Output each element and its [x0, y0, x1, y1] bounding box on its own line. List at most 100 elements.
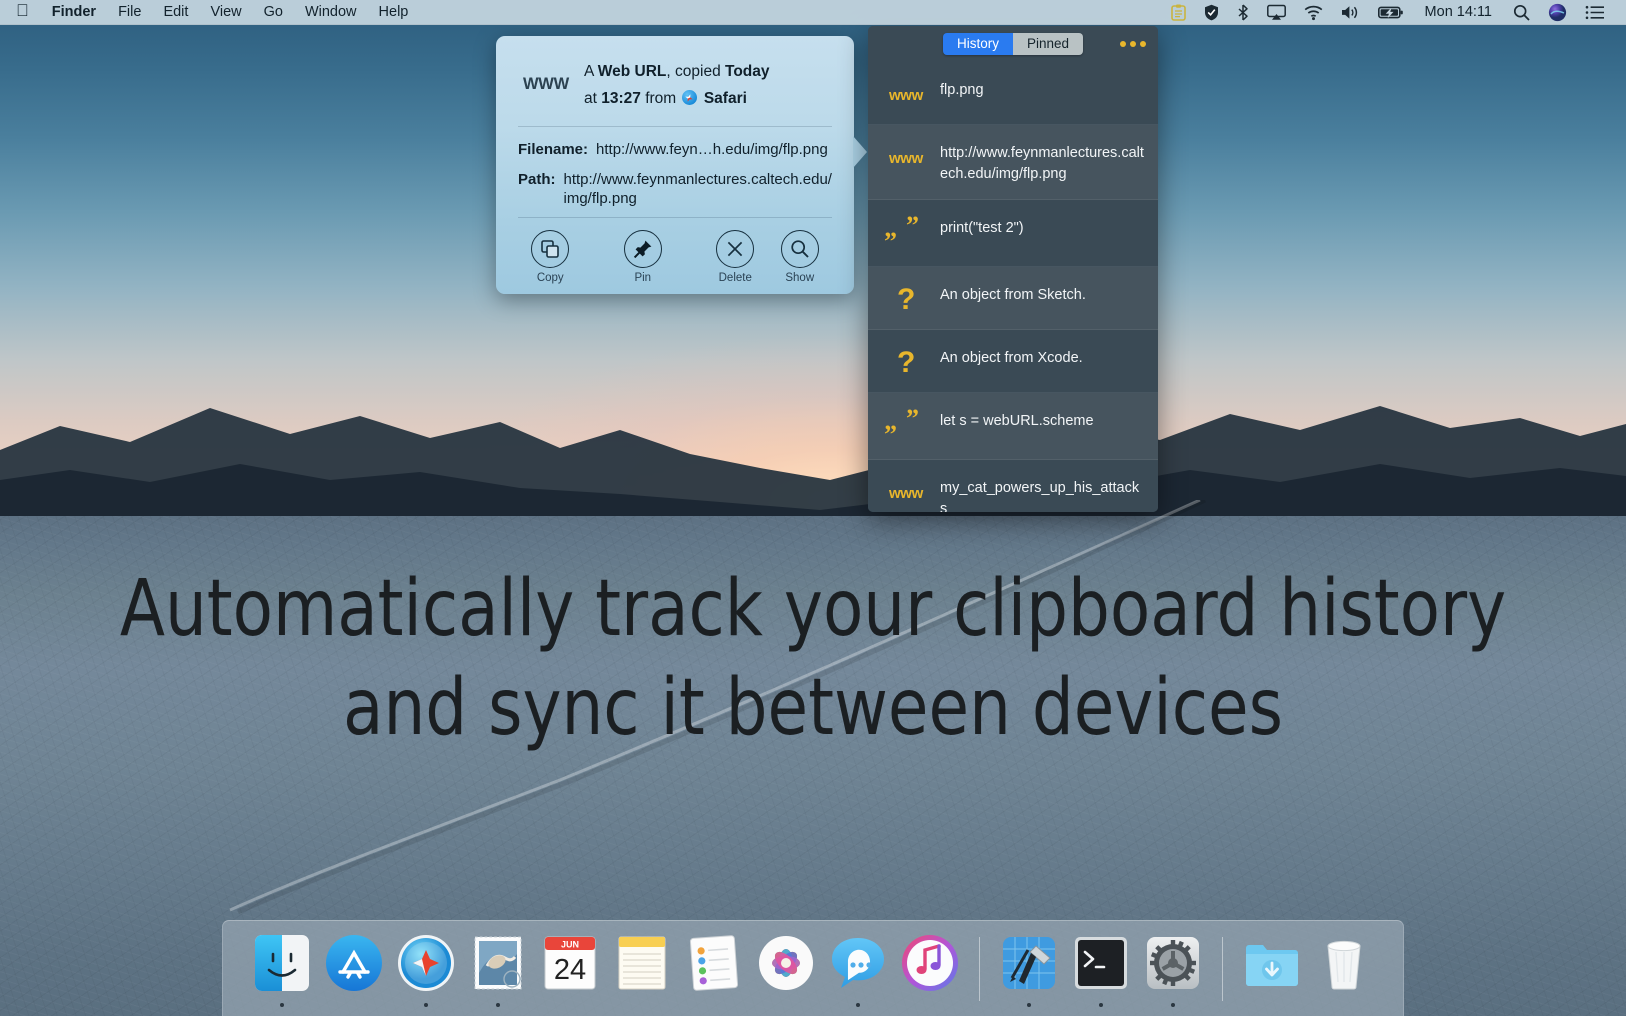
- list-item[interactable]: ? An object from Xcode.: [868, 330, 1158, 393]
- popup-line1-mid: , copied: [666, 63, 721, 80]
- wifi-icon[interactable]: [1295, 0, 1332, 25]
- battery-charging-icon[interactable]: [1369, 0, 1413, 25]
- running-indicator: [280, 1002, 284, 1007]
- delete-label: Delete: [718, 272, 752, 284]
- popup-header-lines: A Web URL, copied Today at 13:27 from Sa…: [584, 58, 832, 112]
- magnifier-icon: [780, 230, 819, 268]
- terminal-icon: [1075, 936, 1127, 989]
- list-item-label: print("test 2"): [940, 220, 1024, 236]
- tab-history[interactable]: History: [942, 33, 1013, 55]
- dock-item-terminal[interactable]: [1070, 926, 1132, 1012]
- downloads-folder-icon: [1246, 944, 1298, 986]
- reminders-icon: [689, 934, 739, 991]
- list-item[interactable]: ”” print("test 2"): [868, 200, 1158, 267]
- popup-line2-mid: from: [645, 90, 677, 107]
- menu-item-window[interactable]: Window: [294, 0, 368, 25]
- dock-item-mail[interactable]: [467, 926, 529, 1012]
- dock-item-downloads-folder[interactable]: [1241, 926, 1303, 1012]
- delete-button[interactable]: Delete: [703, 230, 768, 284]
- question-mark-icon: ?: [896, 346, 916, 379]
- dock-item-finder[interactable]: [251, 926, 313, 1012]
- volume-icon[interactable]: [1332, 0, 1369, 25]
- app-store-icon: [326, 934, 382, 991]
- apple-logo-icon[interactable]: : [12, 0, 41, 25]
- airplay-icon[interactable]: [1258, 0, 1295, 25]
- list-item[interactable]: www flp.png: [868, 62, 1158, 125]
- www-icon: www: [888, 150, 924, 167]
- wallpaper-mountains: [0, 406, 1626, 545]
- copy-label: Copy: [536, 272, 564, 284]
- running-indicator: [1027, 1002, 1031, 1007]
- calendar-day: 24: [554, 954, 586, 986]
- question-mark-icon: ?: [896, 283, 916, 316]
- dock-item-xcode[interactable]: [998, 926, 1060, 1012]
- dock: JUN 24: [222, 920, 1404, 1016]
- finder-icon: [255, 934, 309, 991]
- copy-button[interactable]: Copy: [518, 230, 583, 284]
- list-item[interactable]: www http://www.feynmanlectures.caltech.e…: [868, 125, 1158, 200]
- running-indicator: [424, 1002, 428, 1007]
- popup-line2-app: Safari: [703, 90, 747, 107]
- mail-icon: [474, 936, 522, 989]
- menu-item-view[interactable]: View: [199, 0, 252, 25]
- safari-icon: [398, 934, 454, 991]
- dock-item-trash[interactable]: [1313, 926, 1375, 1012]
- dock-item-safari[interactable]: [395, 926, 457, 1012]
- siri-icon[interactable]: [1539, 0, 1576, 25]
- clipboard-icon[interactable]: [1162, 0, 1195, 25]
- menu-item-edit[interactable]: Edit: [152, 0, 199, 25]
- dock-item-app-store[interactable]: [323, 926, 385, 1012]
- list-item-label: flp.png: [940, 82, 984, 98]
- clipboard-detail-popup: WWW A Web URL, copied Today at 13:27 fro…: [496, 36, 867, 294]
- messages-icon: [832, 937, 884, 988]
- search-icon[interactable]: [1504, 0, 1539, 25]
- menu-item-finder[interactable]: Finder: [41, 0, 107, 25]
- headline-line-1: Automatically track your clipboard histo…: [119, 564, 1507, 654]
- www-icon: WWW: [522, 75, 570, 93]
- dock-item-photos[interactable]: [755, 926, 817, 1012]
- popup-field-path: Path: http://www.feynmanlectures.caltech…: [518, 170, 832, 208]
- filename-value: http://www.feyn…h.edu/img/flp.png: [596, 141, 828, 158]
- calendar-month: JUN: [561, 939, 579, 949]
- pin-button[interactable]: Pin: [611, 230, 676, 284]
- menu-bar-left:  Finder File Edit View Go Window Help: [0, 0, 419, 25]
- list-item-label: let s = webURL.scheme: [940, 413, 1094, 429]
- popup-line2-prefix: at: [584, 90, 597, 107]
- menu-item-file[interactable]: File: [107, 0, 152, 25]
- copy-icon: [531, 230, 570, 268]
- bluetooth-icon[interactable]: [1228, 0, 1258, 25]
- running-indicator: [496, 1002, 500, 1007]
- clipboard-history-window: History Pinned www flp.png www http://ww…: [868, 26, 1158, 512]
- calendar-icon: JUN 24: [544, 936, 596, 989]
- menu-item-go[interactable]: Go: [253, 0, 294, 25]
- list-item[interactable]: www my_cat_powers_up_his_attacks: [868, 460, 1158, 512]
- menu-item-help[interactable]: Help: [368, 0, 420, 25]
- shield-icon[interactable]: [1195, 0, 1228, 25]
- dock-item-calendar[interactable]: JUN 24: [539, 926, 601, 1012]
- popup-fields: Filename: http://www.feyn…h.edu/img/flp.…: [518, 127, 832, 208]
- show-label: Show: [785, 272, 815, 284]
- show-button[interactable]: Show: [768, 230, 833, 284]
- history-list[interactable]: www flp.png www http://www.feynmanlectur…: [868, 62, 1158, 512]
- history-window-toolbar: History Pinned: [868, 26, 1158, 62]
- menu-bar-clock[interactable]: Mon 14:11: [1413, 4, 1504, 20]
- dock-separator: [979, 936, 980, 1001]
- popup-header-line-1: A Web URL, copied Today: [584, 58, 832, 85]
- dock-separator: [1222, 936, 1223, 1001]
- dock-item-messages[interactable]: [827, 926, 889, 1012]
- tab-pinned[interactable]: Pinned: [1012, 33, 1084, 55]
- dock-item-notes[interactable]: [611, 926, 673, 1012]
- popup-action-bar: Copy Pin Delete Show: [518, 217, 832, 284]
- dock-item-reminders[interactable]: [683, 926, 745, 1012]
- running-indicator: [1099, 1002, 1103, 1007]
- list-item[interactable]: ? An object from Sketch.: [868, 267, 1158, 330]
- marketing-headline: Automatically track your clipboard histo…: [49, 560, 1577, 758]
- control-center-icon[interactable]: [1576, 0, 1614, 25]
- www-icon: www: [888, 87, 924, 104]
- dock-item-system-preferences[interactable]: [1142, 926, 1204, 1012]
- list-item[interactable]: ”” let s = webURL.scheme: [868, 393, 1158, 460]
- ellipsis-icon[interactable]: [1120, 41, 1146, 47]
- menu-bar:  Finder File Edit View Go Window Help M…: [0, 0, 1626, 25]
- path-label: Path:: [518, 171, 556, 188]
- dock-item-itunes[interactable]: [899, 926, 961, 1012]
